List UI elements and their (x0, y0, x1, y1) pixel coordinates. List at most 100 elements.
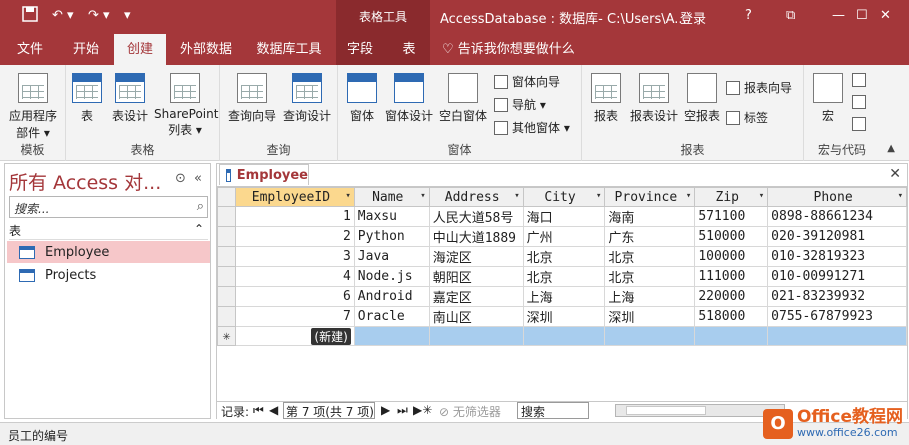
table-cell[interactable] (428, 326, 524, 346)
tab-file[interactable]: 文件 (6, 34, 54, 65)
table-row[interactable]: 2 Python 中山大道1889 广州 广东 510000 020-39120981 (217, 226, 907, 247)
table-cell[interactable]: 上海 (522, 286, 606, 307)
tab-create[interactable]: 创建 (114, 34, 166, 65)
table-design-button[interactable]: 表设计 (106, 73, 154, 124)
shutter-bar-icon[interactable]: « (194, 171, 202, 186)
column-header[interactable]: City ▾ (522, 187, 606, 207)
row-selector[interactable] (217, 206, 236, 227)
tab-home[interactable]: 开始 (62, 34, 110, 65)
column-header[interactable]: Zip ▾ (694, 187, 769, 207)
nav-item-employee[interactable]: Employee (7, 241, 210, 263)
query-design-button[interactable]: 查询设计 (280, 73, 334, 124)
first-record-icon[interactable]: ⏮ (253, 403, 264, 418)
table-cell[interactable]: 0755-67879923 (767, 306, 907, 327)
prev-record-icon[interactable]: ◀ (269, 403, 278, 417)
table-cell[interactable]: 021-83239932 (767, 286, 907, 307)
table-button[interactable]: 表 (72, 73, 102, 124)
minimize-button[interactable]: — (832, 8, 845, 23)
help-icon[interactable]: ? (745, 8, 752, 23)
save-icon[interactable] (22, 6, 38, 26)
table-cell[interactable]: 北京 (522, 246, 606, 267)
nav-pane-title[interactable]: 所有 Access 对... (9, 168, 161, 195)
tab-fields[interactable]: 字段 (340, 34, 380, 65)
report-button[interactable]: 报表 (588, 73, 624, 124)
row-selector[interactable] (217, 286, 236, 307)
table-cell[interactable] (604, 326, 696, 346)
report-design-button[interactable]: 报表设计 (626, 73, 682, 124)
column-header[interactable]: EmployeeID ▾ (234, 187, 355, 207)
form-button[interactable]: 窗体 (344, 73, 380, 124)
tab-external-data[interactable]: 外部数据 (174, 34, 238, 65)
blank-report-button[interactable]: 空报表 (682, 73, 722, 124)
close-doc-icon[interactable]: ✕ (889, 166, 901, 182)
doc-tab-employee[interactable]: Employee (219, 164, 309, 185)
horizontal-scrollbar[interactable] (615, 404, 785, 417)
table-cell[interactable] (522, 326, 606, 346)
new-record-icon[interactable]: ▶✳ (413, 403, 432, 417)
login-link[interactable]: 登录 (680, 8, 706, 27)
next-record-icon[interactable]: ▶ (381, 403, 390, 417)
table-cell[interactable]: Maxsu (353, 206, 430, 227)
blank-form-button[interactable]: 空白窗体 (438, 73, 488, 124)
table-cell[interactable]: Oracle (353, 306, 430, 327)
table-cell[interactable]: Android (353, 286, 430, 307)
table-cell[interactable]: 010-00991271 (767, 266, 907, 287)
table-cell[interactable]: 嘉定区 (428, 286, 524, 307)
restore-button[interactable]: ☐ (856, 8, 868, 23)
table-cell[interactable]: 深圳 (522, 306, 606, 327)
current-record-field[interactable]: 第 7 项(共 7 项) (283, 402, 375, 419)
navigation-button[interactable]: 导航 ▾ (494, 96, 546, 113)
record-search-input[interactable]: 搜索 (517, 402, 589, 419)
row-selector[interactable] (217, 306, 236, 327)
table-cell[interactable]: 北京 (522, 266, 606, 287)
table-cell[interactable]: Java (353, 246, 430, 267)
ribbon-options-icon[interactable]: ⧉ (786, 8, 795, 23)
table-cell[interactable]: 4 (234, 266, 355, 287)
table-cell[interactable]: 海淀区 (428, 246, 524, 267)
table-cell[interactable]: 中山大道1889 (428, 226, 524, 247)
column-header[interactable]: Province ▾ (604, 187, 696, 207)
table-cell[interactable]: 7 (234, 306, 355, 327)
select-all-cell[interactable] (217, 187, 236, 207)
table-cell[interactable]: 朝阳区 (428, 266, 524, 287)
nav-menu-icon[interactable]: ⊙ (175, 171, 186, 186)
collapse-category-icon[interactable]: ⌃ (194, 222, 204, 236)
table-cell[interactable]: 北京 (604, 266, 696, 287)
table-cell[interactable]: 518000 (694, 306, 769, 327)
table-cell[interactable]: Python (353, 226, 430, 247)
table-cell[interactable]: 人民大道58号 (428, 206, 524, 227)
table-cell[interactable]: 深圳 (604, 306, 696, 327)
nav-category-tables[interactable]: 表 ⌃ (9, 222, 208, 240)
last-record-icon[interactable]: ⏭ (397, 403, 408, 418)
tab-database-tools[interactable]: 数据库工具 (250, 34, 328, 65)
qat-more-icon[interactable]: ▾ (124, 8, 131, 23)
app-parts-button[interactable]: 应用程序部件 ▾ (6, 73, 60, 141)
column-header[interactable]: Address ▾ (428, 187, 524, 207)
table-cell[interactable]: 6 (234, 286, 355, 307)
labels-button[interactable]: 标签 (726, 109, 768, 126)
table-cell[interactable]: 广州 (522, 226, 606, 247)
report-wizard-button[interactable]: 报表向导 (726, 79, 792, 96)
table-row[interactable]: 3 Java 海淀区 北京 北京 100000 010-32819323 (217, 246, 907, 267)
table-row[interactable]: 1 Maxsu 人民大道58号 海口 海南 571100 0898-88661234 (217, 206, 907, 227)
table-row[interactable]: 6 Android 嘉定区 上海 上海 220000 021-83239932 (217, 286, 907, 307)
table-cell[interactable]: 010-32819323 (767, 246, 907, 267)
table-cell[interactable]: Node.js (353, 266, 430, 287)
row-selector[interactable] (217, 266, 236, 287)
visual-basic-button[interactable] (852, 117, 866, 131)
column-header[interactable]: Name ▾ (353, 187, 430, 207)
table-cell[interactable]: 上海 (604, 286, 696, 307)
redo-icon[interactable]: ↷ ▾ (88, 8, 110, 23)
table-cell[interactable]: 北京 (604, 246, 696, 267)
sharepoint-list-button[interactable]: SharePoint 列表 ▾ (154, 73, 218, 138)
macro-button[interactable]: 宏 (810, 73, 846, 124)
table-cell[interactable]: 海口 (522, 206, 606, 227)
module-button[interactable] (852, 73, 866, 87)
tell-me-box[interactable]: ♡ 告诉我你想要做什么 (442, 34, 582, 65)
table-cell[interactable]: 220000 (694, 286, 769, 307)
table-cell[interactable]: 0898-88661234 (767, 206, 907, 227)
table-row[interactable]: 4 Node.js 朝阳区 北京 北京 111000 010-00991271 (217, 266, 907, 287)
table-row[interactable]: 7 Oracle 南山区 深圳 深圳 518000 0755-67879923 (217, 306, 907, 327)
table-cell[interactable]: 1 (234, 206, 355, 227)
query-wizard-button[interactable]: 查询向导 (226, 73, 278, 124)
